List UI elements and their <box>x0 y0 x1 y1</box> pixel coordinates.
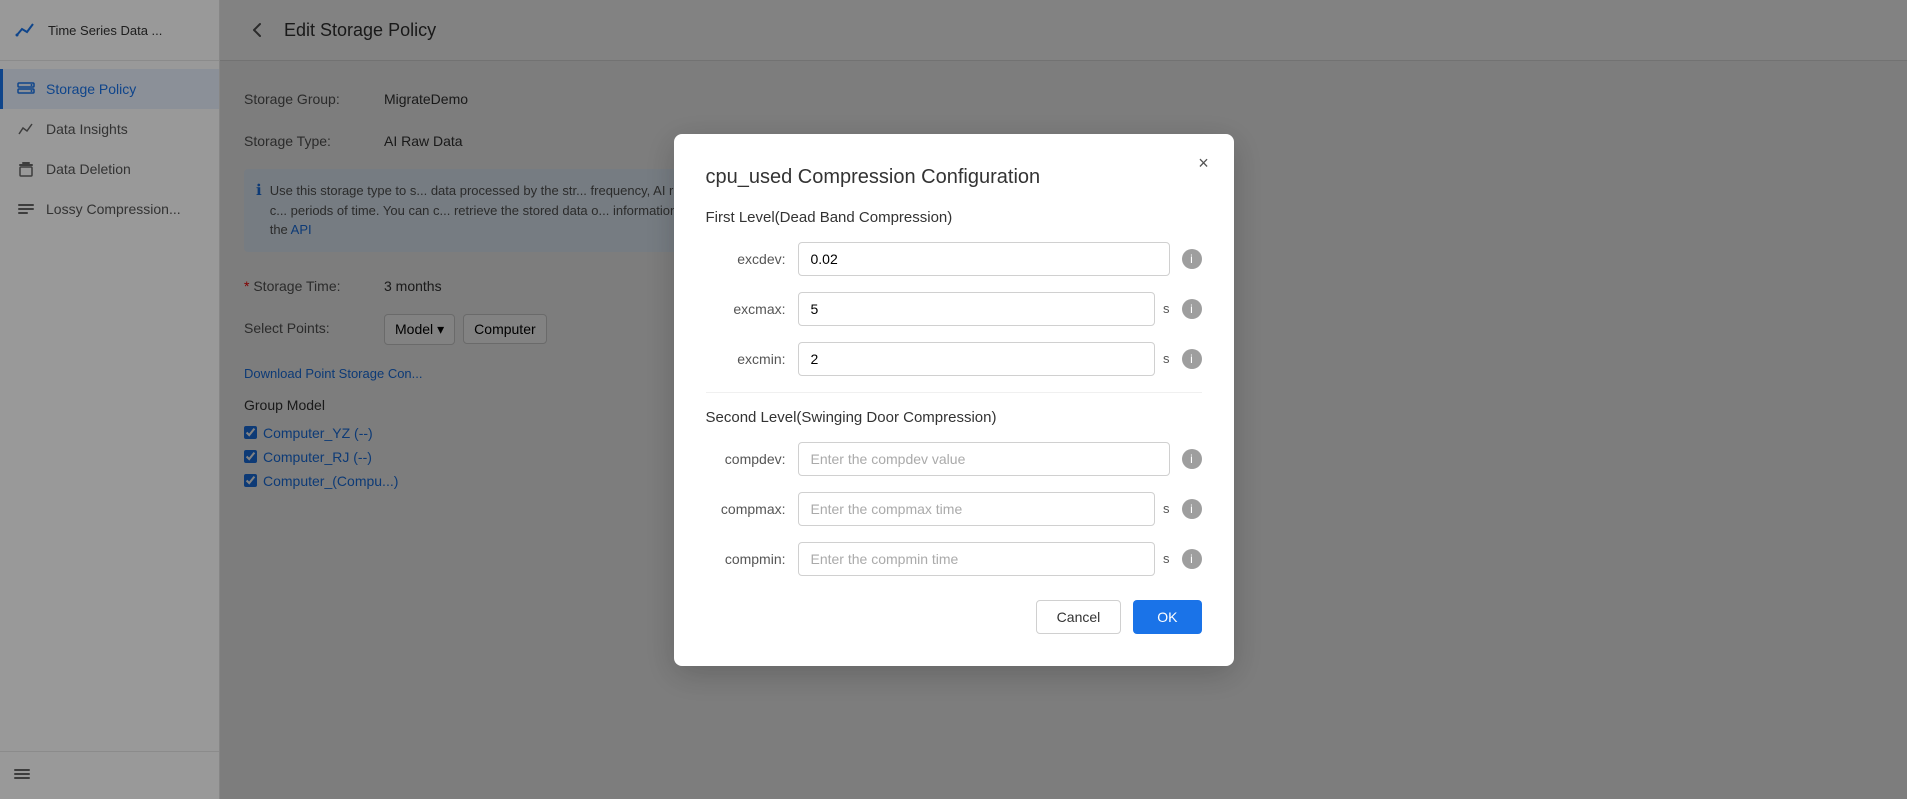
excdev-input-wrap <box>798 242 1170 276</box>
ok-button[interactable]: OK <box>1133 600 1201 634</box>
compmax-input[interactable] <box>798 492 1156 526</box>
compmin-suffix: s <box>1163 551 1170 566</box>
excdev-field: excdev: i <box>706 242 1202 276</box>
excmin-suffix: s <box>1163 351 1170 366</box>
excmin-label: excmin: <box>706 351 786 367</box>
modal-title: cpu_used Compression Configuration <box>706 166 1202 189</box>
excmax-suffix: s <box>1163 301 1170 316</box>
cancel-button[interactable]: Cancel <box>1036 600 1122 634</box>
modal-close-button[interactable]: × <box>1190 150 1218 178</box>
first-level-title: First Level(Dead Band Compression) <box>706 209 1202 226</box>
second-level-title: Second Level(Swinging Door Compression) <box>706 409 1202 426</box>
compmin-input[interactable] <box>798 542 1156 576</box>
excmax-input-wrap: s <box>798 292 1170 326</box>
excdev-label: excdev: <box>706 251 786 267</box>
excdev-info-icon[interactable]: i <box>1182 249 1202 269</box>
excmin-input[interactable] <box>798 342 1156 376</box>
compdev-input-wrap <box>798 442 1170 476</box>
compmax-suffix: s <box>1163 501 1170 516</box>
excdev-input[interactable] <box>798 242 1170 276</box>
compmax-label: compmax: <box>706 501 786 517</box>
excmax-info-icon[interactable]: i <box>1182 299 1202 319</box>
compmin-label: compmin: <box>706 551 786 567</box>
modal-footer: Cancel OK <box>706 600 1202 634</box>
excmax-label: excmax: <box>706 301 786 317</box>
compdev-field: compdev: i <box>706 442 1202 476</box>
compression-config-modal: × cpu_used Compression Configuration Fir… <box>674 134 1234 666</box>
excmin-input-wrap: s <box>798 342 1170 376</box>
compmax-input-wrap: s <box>798 492 1170 526</box>
compdev-label: compdev: <box>706 451 786 467</box>
compmax-info-icon[interactable]: i <box>1182 499 1202 519</box>
excmin-info-icon[interactable]: i <box>1182 349 1202 369</box>
compdev-info-icon[interactable]: i <box>1182 449 1202 469</box>
compmin-input-wrap: s <box>798 542 1170 576</box>
excmax-input[interactable] <box>798 292 1156 326</box>
compdev-input[interactable] <box>798 442 1170 476</box>
excmax-field: excmax: s i <box>706 292 1202 326</box>
compmax-field: compmax: s i <box>706 492 1202 526</box>
compmin-info-icon[interactable]: i <box>1182 549 1202 569</box>
modal-overlay: × cpu_used Compression Configuration Fir… <box>0 0 1907 799</box>
excmin-field: excmin: s i <box>706 342 1202 376</box>
compmin-field: compmin: s i <box>706 542 1202 576</box>
